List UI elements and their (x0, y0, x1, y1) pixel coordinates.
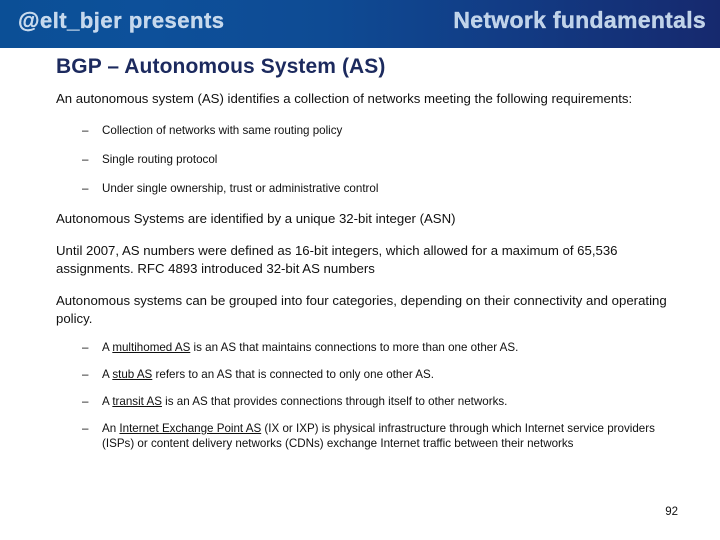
list-item: – A stub AS refers to an AS that is conn… (56, 367, 672, 382)
bullet-dash: – (82, 422, 89, 435)
category-suffix: is an AS that provides connections throu… (161, 395, 508, 408)
list-item-label: Single routing protocol (102, 152, 218, 166)
bullet-dash: – (82, 123, 89, 137)
page-title: BGP – Autonomous System (AS) (56, 55, 386, 78)
list-item: – Under single ownership, trust or admin… (56, 181, 672, 196)
slide-header-band: @elt_bjer presents Network fundamentals (0, 0, 720, 48)
asn-history-paragraph: Until 2007, AS numbers were defined as 1… (56, 243, 618, 276)
list-item: – A multihomed AS is an AS that maintain… (56, 340, 672, 355)
slide: @elt_bjer presents Network fundamentals … (0, 0, 720, 540)
category-prefix: A (102, 395, 113, 408)
list-item-label: Under single ownership, trust or adminis… (102, 181, 379, 195)
category-term: Internet Exchange Point AS (119, 422, 262, 435)
category-prefix: An (102, 422, 120, 435)
as-categories-list: – A multihomed AS is an AS that maintain… (56, 340, 672, 451)
page-number: 92 (665, 506, 678, 518)
intro-paragraph: An autonomous system (AS) identifies a c… (56, 91, 633, 106)
bullet-dash: – (82, 368, 89, 381)
header-presenter-label: @elt_bjer presents (18, 8, 225, 33)
list-item: – A transit AS is an AS that provides co… (56, 394, 672, 409)
bullet-dash: – (82, 181, 89, 195)
category-term: stub AS (112, 368, 153, 381)
list-item: – Collection of networks with same routi… (56, 123, 672, 138)
list-item-label: Collection of networks with same routing… (102, 123, 343, 137)
bullet-dash: – (82, 341, 89, 354)
bullet-dash: – (82, 395, 89, 408)
category-term: transit AS (112, 395, 162, 408)
categories-intro-paragraph: Autonomous systems can be grouped into f… (56, 293, 667, 326)
list-item: – An Internet Exchange Point AS (IX or I… (56, 421, 672, 451)
category-prefix: A (102, 341, 113, 354)
asn-identifier-paragraph: Autonomous Systems are identified by a u… (56, 210, 456, 226)
bullet-dash: – (82, 152, 89, 166)
category-prefix: A (102, 368, 113, 381)
slide-body: An autonomous system (AS) identifies a c… (56, 90, 672, 465)
category-suffix: refers to an AS that is connected to onl… (152, 368, 434, 381)
header-topic-label: Network fundamentals (453, 7, 706, 33)
list-item: – Single routing protocol (56, 152, 672, 167)
category-term: multihomed AS (112, 341, 191, 354)
category-suffix: is an AS that maintains connections to m… (190, 341, 519, 354)
requirements-list: – Collection of networks with same routi… (56, 123, 672, 196)
